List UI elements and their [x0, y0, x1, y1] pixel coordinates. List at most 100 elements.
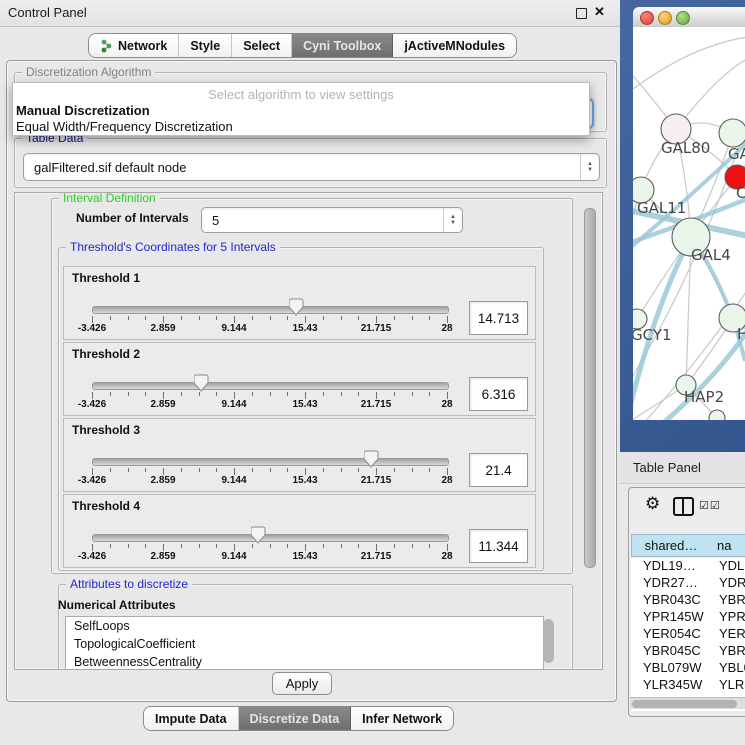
minimize-traffic-light-icon[interactable] — [658, 11, 672, 25]
slider-thumb[interactable] — [194, 374, 210, 397]
tick-mark — [447, 392, 448, 399]
tab-cyni-toolbox[interactable]: Cyni Toolbox — [292, 34, 393, 57]
table-row[interactable]: YER054C YER0 — [631, 626, 745, 643]
tab-discretize-data[interactable]: Discretize Data — [239, 707, 352, 730]
slider-thumb[interactable] — [289, 298, 305, 321]
float-window-icon[interactable] — [576, 8, 587, 19]
table-column-header-shared-name[interactable]: shared… — [631, 534, 711, 557]
settings-panel-scrollbar[interactable] — [584, 208, 596, 568]
tab-network[interactable]: Network — [89, 34, 179, 57]
zoom-traffic-light-icon[interactable] — [676, 11, 690, 25]
table-data-selected: galFiltered.sif default node — [24, 160, 580, 175]
table-hscroll-thumb[interactable] — [632, 700, 737, 708]
tick-mark — [376, 544, 377, 551]
cell-name: YDR2 — [719, 575, 745, 590]
slider-track[interactable] — [92, 458, 449, 466]
slider-thumb[interactable] — [251, 526, 267, 549]
attribute-list-item[interactable]: BetweennessCentrality — [66, 653, 543, 670]
tab-infer-network[interactable]: Infer Network — [351, 707, 453, 730]
algorithm-option-equal-width[interactable]: Equal Width/Frequency Discretization — [16, 119, 586, 134]
node-label: GAL11 — [637, 199, 686, 217]
table-panel: ⚙ ☑☑ shared… na YDL19…YDL1YDR27…YDR2YBR0… — [628, 487, 745, 717]
table-row[interactable]: YDL19…YDL1 — [631, 558, 745, 575]
apply-button[interactable]: Apply — [272, 672, 332, 695]
network-node-ga[interactable] — [719, 119, 745, 147]
tick-mark — [376, 392, 377, 399]
table-row[interactable]: YPR145WYPR1 — [631, 609, 745, 626]
slider-track[interactable] — [92, 382, 449, 390]
tick-mark — [376, 468, 377, 475]
network-window-titlebar[interactable] — [633, 7, 745, 28]
tick-label: -3.426 — [78, 475, 106, 486]
slider-thumb[interactable] — [364, 450, 380, 473]
cell-shared-name: YBL079W — [643, 660, 702, 675]
tick-label: 2.859 — [150, 551, 175, 562]
tick-mark — [412, 468, 413, 472]
cell-name: YER0 — [719, 626, 745, 641]
cell-shared-name: YBR045C — [643, 643, 701, 658]
algorithm-dropdown-popup: Select algorithm to view settings Manual… — [12, 82, 590, 136]
table-row[interactable]: YBL079WYBL0 — [631, 660, 745, 677]
attribute-list-item[interactable]: TopologicalCoefficient — [66, 635, 543, 653]
table-row[interactable]: YLR345WYLR3 — [631, 677, 745, 694]
table-horizontal-scrollbar[interactable] — [630, 697, 745, 709]
table-row[interactable]: YDR27…YDR2 — [631, 575, 745, 592]
tick-mark — [270, 468, 271, 472]
attribute-list-item[interactable]: SelfLoops — [66, 617, 543, 635]
slider-track[interactable] — [92, 534, 449, 542]
threshold-value-field[interactable]: 21.4 — [469, 453, 528, 487]
algorithm-option-manual[interactable]: Manual Discretization — [16, 103, 586, 118]
tick-mark — [447, 316, 448, 323]
apply-button-label: Apply — [286, 676, 319, 691]
tab-select[interactable]: Select — [232, 34, 292, 57]
attributes-list-scrollbar[interactable] — [543, 619, 554, 663]
tick-mark — [323, 468, 324, 472]
tick-label: 9.144 — [221, 551, 246, 562]
gear-icon[interactable]: ⚙ — [645, 494, 660, 514]
tick-mark — [110, 468, 111, 472]
table-data-combobox[interactable]: galFiltered.sif default node ▲▼ — [23, 153, 600, 181]
threshold-label: Threshold 2 — [72, 347, 140, 361]
tab-impute-data[interactable]: Impute Data — [144, 707, 239, 730]
table-row[interactable]: YBR043CYBR0 — [631, 592, 745, 609]
tick-mark — [429, 468, 430, 472]
tick-mark — [429, 316, 430, 320]
column-layout-icon[interactable] — [673, 497, 694, 516]
close-traffic-light-icon[interactable] — [640, 11, 654, 25]
control-panel-titlebar: Control Panel ✕ — [0, 0, 620, 27]
number-of-intervals-combobox[interactable]: 5 ▲▼ — [201, 207, 463, 233]
tick-mark — [394, 468, 395, 472]
table-row[interactable]: YBR045CYBR0 — [631, 643, 745, 660]
threshold-value-field[interactable]: 11.344 — [469, 529, 528, 563]
table-panel-titlebar: Table Panel — [620, 452, 745, 484]
stepper-arrows-icon[interactable]: ▲▼ — [580, 154, 599, 180]
select-columns-checkboxes-icon[interactable]: ☑☑ — [699, 499, 721, 512]
threshold-value-field[interactable]: 6.316 — [469, 377, 528, 411]
tick-mark — [163, 544, 164, 551]
tab-style[interactable]: Style — [179, 34, 232, 57]
network-canvas[interactable]: GAL80GACGAL11GAL4GCY1HHAP2 — [633, 27, 745, 420]
tick-mark — [181, 468, 182, 472]
application-window: Control Panel ✕ Network StyleSelectCyni T… — [0, 0, 745, 745]
tick-mark — [358, 392, 359, 396]
table-column-header-name[interactable]: na — [709, 534, 745, 557]
slider-track[interactable] — [92, 306, 449, 314]
threshold-value-field[interactable]: 14.713 — [469, 301, 528, 335]
tick-mark — [163, 316, 164, 323]
node-label: GAL4 — [691, 246, 731, 264]
tick-label: 21.715 — [361, 551, 392, 562]
numerical-attributes-list[interactable]: SelfLoopsTopologicalCoefficientBetweenne… — [65, 616, 544, 670]
tick-label: 21.715 — [361, 399, 392, 410]
tick-mark — [287, 392, 288, 396]
tab-jactivemnodules[interactable]: jActiveMNodules — [393, 34, 516, 57]
stepper-arrows-icon[interactable]: ▲▼ — [443, 208, 462, 232]
tick-label: 2.859 — [150, 475, 175, 486]
close-icon[interactable]: ✕ — [594, 4, 605, 20]
bottom-tabbar: Impute DataDiscretize DataInfer Network — [143, 706, 454, 731]
tab-label: Network — [118, 39, 167, 53]
tick-label: 9.144 — [221, 323, 246, 334]
cell-shared-name: YER054C — [643, 626, 701, 641]
tick-label: -3.426 — [78, 399, 106, 410]
number-of-intervals-label: Number of Intervals — [76, 211, 189, 225]
tick-mark — [234, 468, 235, 475]
